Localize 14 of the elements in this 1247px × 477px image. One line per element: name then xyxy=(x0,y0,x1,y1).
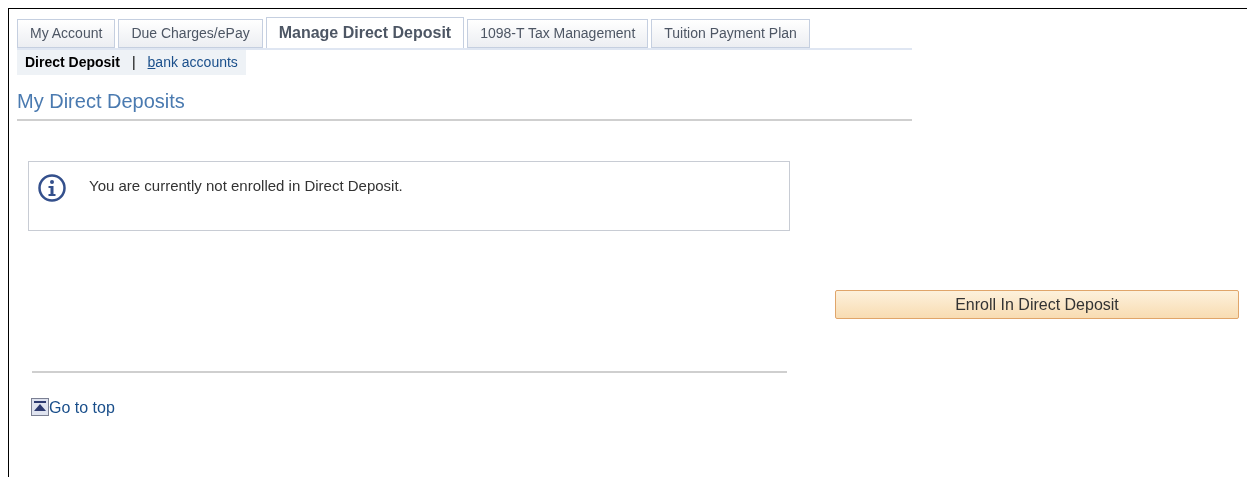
tab[interactable]: 1098-T Tax Management xyxy=(467,19,649,48)
tab[interactable]: Tuition Payment Plan xyxy=(651,19,810,48)
tab[interactable]: Manage Direct Deposit xyxy=(265,17,465,48)
subnav-link[interactable]: Direct Deposit xyxy=(25,52,120,73)
page-title: My Direct Deposits xyxy=(17,89,186,113)
subnav-link[interactable]: bank accounts xyxy=(147,52,238,73)
message-text: You are currently not enrolled in Direct Deposit. xyxy=(89,176,403,196)
enroll-button[interactable]: Enroll In Direct Deposit xyxy=(835,290,1239,319)
info-icon xyxy=(37,173,67,203)
go-to-top-link[interactable]: Go to top xyxy=(49,400,115,416)
tab[interactable]: My Account xyxy=(17,19,116,48)
separator: | xyxy=(131,53,136,72)
go-to-top-icon xyxy=(31,398,49,416)
tab[interactable]: Due Charges/ePay xyxy=(118,19,263,48)
